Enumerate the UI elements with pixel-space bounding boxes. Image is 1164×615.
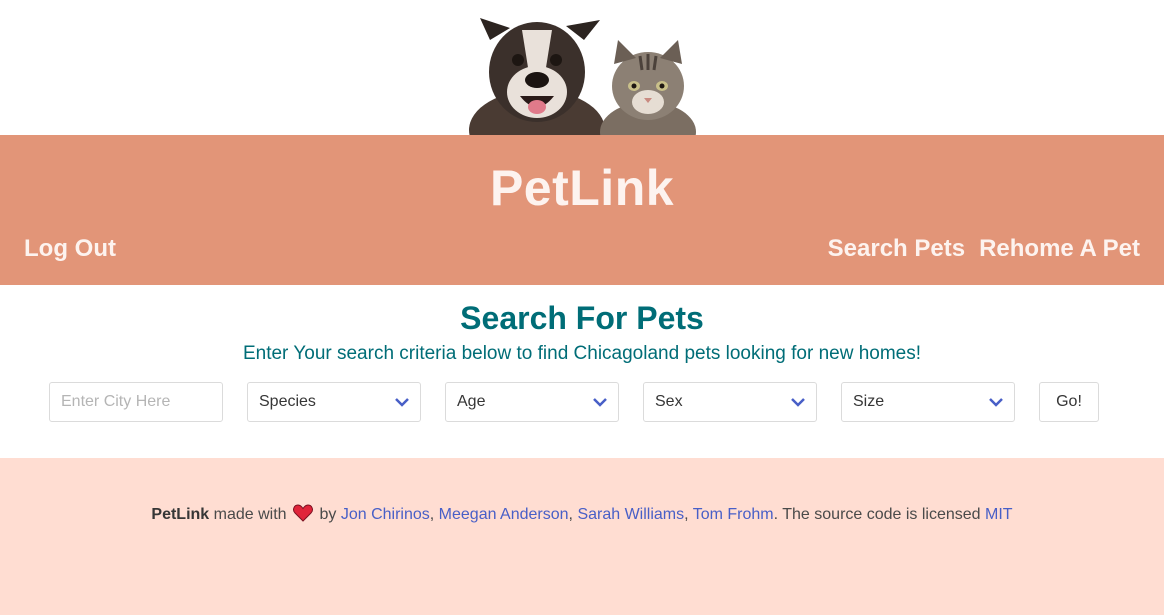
search-subtitle: Enter Your search criteria below to find…	[242, 343, 922, 364]
footer: PetLink made with by Jon Chirinos, Meega…	[0, 458, 1164, 615]
sex-select-label: Sex	[655, 393, 683, 410]
footer-text: PetLink made with by Jon Chirinos, Meega…	[0, 504, 1164, 527]
nav-rehome-pet[interactable]: Rehome A Pet	[979, 235, 1140, 263]
sex-select[interactable]: Sex	[643, 382, 817, 422]
species-select-label: Species	[259, 393, 316, 410]
age-select[interactable]: Age	[445, 382, 619, 422]
search-section: Search For Pets Enter Your search criter…	[0, 285, 1164, 458]
logout-link[interactable]: Log Out	[24, 235, 116, 263]
go-button[interactable]: Go!	[1039, 382, 1099, 422]
hero	[0, 0, 1164, 135]
header-banner: PetLink Log Out Search Pets Rehome A Pet	[0, 135, 1164, 285]
chevron-down-icon	[593, 395, 607, 409]
author-link-sarah[interactable]: Sarah Williams	[577, 506, 684, 523]
author-link-tom[interactable]: Tom Frohm	[693, 506, 774, 523]
city-input[interactable]	[49, 382, 223, 422]
size-select-label: Size	[853, 393, 885, 410]
footer-made-with: made with	[213, 506, 287, 523]
footer-license-text: The source code is licensed	[782, 506, 981, 523]
dog-and-cat-image	[469, 18, 696, 135]
size-select[interactable]: Size	[841, 382, 1015, 422]
nav-right: Search Pets Rehome A Pet	[828, 235, 1140, 263]
age-select-label: Age	[457, 393, 486, 410]
nav-search-pets[interactable]: Search Pets	[828, 235, 965, 263]
page-title: Search For Pets	[460, 300, 704, 336]
chevron-down-icon	[791, 395, 805, 409]
chevron-down-icon	[989, 395, 1003, 409]
chevron-down-icon	[395, 395, 409, 409]
search-controls: Species Age Sex Size Go!	[49, 382, 1099, 422]
brand-title[interactable]: PetLink	[0, 159, 1164, 217]
footer-by: by	[319, 506, 337, 523]
license-link[interactable]: MIT	[985, 506, 1013, 523]
author-link-jon[interactable]: Jon Chirinos	[341, 506, 430, 523]
species-select[interactable]: Species	[247, 382, 421, 422]
author-link-meegan[interactable]: Meegan Anderson	[439, 506, 569, 523]
heart-icon	[293, 504, 313, 527]
footer-brand: PetLink	[151, 506, 210, 523]
